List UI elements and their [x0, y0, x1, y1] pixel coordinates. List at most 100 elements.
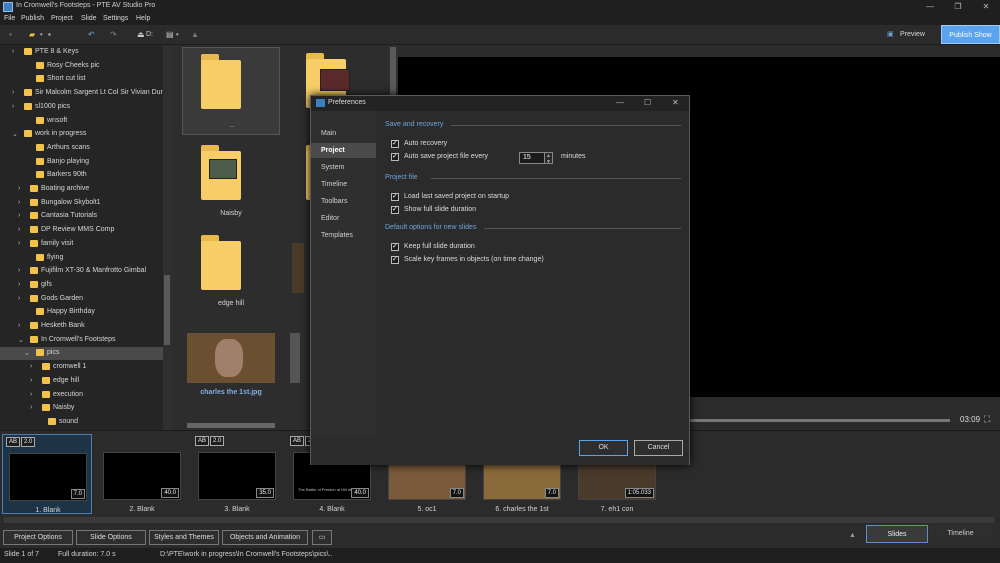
cancel-button[interactable]: Cancel: [634, 440, 683, 456]
tree-item[interactable]: wnsoft: [0, 115, 163, 128]
tab-slides[interactable]: Slides: [866, 525, 928, 543]
tree-item[interactable]: › cromwell 1: [0, 361, 163, 374]
file-name-edge-hill[interactable]: edge hill: [182, 300, 280, 307]
menu-project[interactable]: Project: [51, 15, 73, 22]
menu-slide[interactable]: Slide: [81, 15, 97, 22]
tree-item[interactable]: › DP Review MMS Comp: [0, 224, 163, 237]
nav-editor[interactable]: Editor: [311, 211, 376, 226]
nav-timeline[interactable]: Timeline: [311, 177, 376, 192]
tree-item[interactable]: ⌄ pics: [0, 347, 163, 361]
preview-button[interactable]: ▣ Preview: [887, 28, 929, 42]
undo-icon[interactable]: ↶: [88, 29, 95, 41]
nav-main[interactable]: Main: [311, 126, 376, 141]
tree-scrollbar[interactable]: [163, 45, 172, 430]
tree-item[interactable]: › Naisby: [0, 402, 163, 415]
chevron-right-icon[interactable]: ›: [30, 404, 32, 411]
chevron-right-icon[interactable]: ›: [12, 48, 14, 55]
tree-item[interactable]: › Bungalow Skybolt1: [0, 197, 163, 210]
styles-themes-button[interactable]: Styles and Themes: [149, 530, 219, 545]
menu-file[interactable]: File: [4, 15, 15, 22]
slide-options-button[interactable]: Slide Options: [76, 530, 146, 545]
tree-item[interactable]: flying: [0, 252, 163, 265]
playback-track[interactable]: [690, 419, 950, 422]
dropdown-arrow-icon[interactable]: ▾: [40, 29, 43, 41]
tree-item[interactable]: › PTE 8 & Keys: [0, 46, 163, 59]
image-thumbnail-partial[interactable]: [292, 243, 304, 293]
tree-item[interactable]: › edge hill: [0, 375, 163, 388]
file-name-charles[interactable]: charles the 1st.jpg: [182, 389, 280, 396]
chevron-right-icon[interactable]: ›: [30, 391, 32, 398]
maximize-icon[interactable]: ❐: [944, 0, 972, 14]
open-folder-icon[interactable]: ▰: [29, 29, 35, 41]
view-dropdown-icon[interactable]: ▾: [176, 29, 179, 41]
drive-icon[interactable]: ⏏: [137, 29, 145, 41]
extra-tool-button[interactable]: ▭: [312, 530, 332, 545]
slide-item[interactable]: 40.0 2. Blank: [97, 434, 187, 514]
transition-time-badge[interactable]: 2.0: [21, 437, 36, 447]
menu-publish[interactable]: Publish: [21, 15, 44, 22]
spin-arrows-icon[interactable]: ▲ ▼: [545, 152, 553, 165]
chevron-right-icon[interactable]: ›: [18, 295, 20, 302]
chevron-right-icon[interactable]: ›: [18, 281, 20, 288]
chevron-down-icon[interactable]: ⌄: [12, 130, 18, 138]
folder-edge-hill-icon[interactable]: [201, 235, 241, 290]
chevron-right-icon[interactable]: ›: [18, 226, 20, 233]
tree-item[interactable]: Rosy Cheeks pic: [0, 60, 163, 73]
minimize-icon[interactable]: —: [916, 0, 944, 14]
transition-time-badge[interactable]: 2.0: [210, 436, 225, 446]
tree-item[interactable]: › Cantasia Tutorials: [0, 210, 163, 223]
dialog-maximize-icon[interactable]: ☐: [644, 98, 651, 107]
new-file-icon[interactable]: ▫: [9, 29, 12, 41]
chevron-down-icon[interactable]: ⌄: [18, 336, 24, 344]
view-mode-icon[interactable]: ▤: [166, 29, 174, 41]
file-item-up[interactable]: ..: [182, 47, 280, 135]
publish-show-button[interactable]: Publish Show: [941, 25, 1000, 44]
tree-item[interactable]: › Fujifilm XT-30 & Manfrotto Gimbal: [0, 265, 163, 278]
nav-system[interactable]: System: [311, 160, 376, 175]
nav-toolbars[interactable]: Toolbars: [311, 194, 376, 209]
chevron-right-icon[interactable]: ›: [18, 212, 20, 219]
slide-item[interactable]: AB 2.0 7.0 1. Blank: [2, 434, 92, 514]
image-thumbnail-charles[interactable]: [187, 333, 275, 383]
tree-item[interactable]: ⌄ In Cromwell's Footsteps: [0, 334, 163, 347]
chevron-right-icon[interactable]: ›: [30, 363, 32, 370]
tab-timeline[interactable]: Timeline: [929, 525, 992, 543]
slide-thumbnail[interactable]: 40.0: [103, 452, 181, 500]
transition-badge[interactable]: AB: [195, 436, 210, 446]
chevron-down-icon[interactable]: ⌄: [24, 349, 30, 357]
chevron-right-icon[interactable]: ›: [18, 267, 20, 274]
tree-item[interactable]: Arthurs scans: [0, 142, 163, 155]
up-arrow-icon[interactable]: ▲: [191, 29, 199, 41]
redo-icon[interactable]: ↷: [110, 29, 117, 41]
file-item-partial[interactable]: [187, 423, 275, 428]
tree-item[interactable]: Happy Birthday: [0, 306, 163, 319]
chevron-right-icon[interactable]: ›: [18, 199, 20, 206]
slide-thumbnail[interactable]: 7.0: [9, 453, 87, 501]
dialog-minimize-icon[interactable]: —: [616, 98, 624, 107]
chevron-right-icon[interactable]: ›: [12, 103, 14, 110]
chevron-right-icon[interactable]: ›: [30, 377, 32, 384]
chevron-right-icon[interactable]: ›: [18, 185, 20, 192]
tree-item[interactable]: › Boating archive: [0, 183, 163, 196]
tree-item[interactable]: Barkers 90th: [0, 169, 163, 182]
nav-templates[interactable]: Templates: [311, 228, 376, 243]
tree-item[interactable]: Banjo playing: [0, 156, 163, 169]
chevron-right-icon[interactable]: ›: [18, 322, 20, 329]
video-thumbnail-partial[interactable]: [290, 333, 300, 383]
file-name-naisby[interactable]: Naisby: [182, 210, 280, 217]
tree-item[interactable]: › Gods Garden: [0, 293, 163, 306]
auto-save-minutes-input[interactable]: 15: [519, 152, 545, 164]
tree-item[interactable]: › execution: [0, 389, 163, 402]
tree-item[interactable]: › Sir Malcolm Sargent Lt Col Sir Vivian D…: [0, 87, 163, 100]
slide-item[interactable]: AB 2.0 35.0 3. Blank: [192, 434, 282, 514]
close-icon[interactable]: ✕: [972, 0, 1000, 14]
menu-help[interactable]: Help: [136, 15, 150, 22]
tree-item[interactable]: › gifs: [0, 279, 163, 292]
ok-button[interactable]: OK: [579, 440, 628, 456]
folder-naisby-icon[interactable]: [201, 145, 241, 200]
fullscreen-icon[interactable]: ⛶: [984, 414, 990, 425]
tree-item[interactable]: › Hesketh Bank: [0, 320, 163, 333]
tree-item[interactable]: Short cut list: [0, 73, 163, 86]
tree-item[interactable]: ⌄ work in progress: [0, 128, 163, 141]
tree-scroll-thumb[interactable]: [164, 275, 170, 345]
